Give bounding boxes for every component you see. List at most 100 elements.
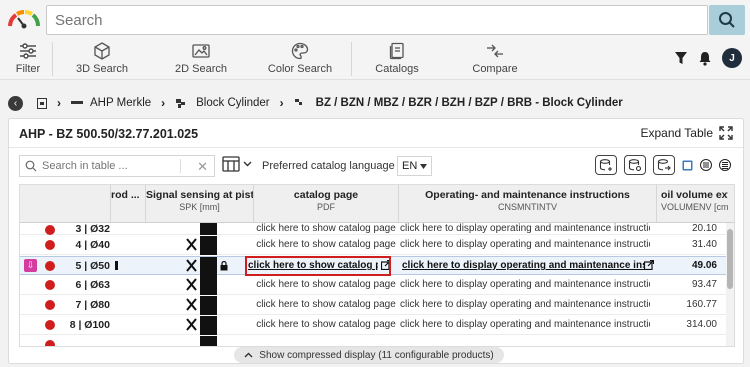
operating-instructions-link[interactable]: click here to display operating and main… (400, 223, 650, 235)
sliders-icon (19, 42, 37, 60)
filter-button[interactable]: Filter (10, 40, 46, 78)
signal-block (200, 257, 217, 276)
compressed-display-label: Show compressed display (11 configurable… (259, 349, 494, 361)
language-value: EN (402, 160, 418, 172)
table-row[interactable]: 3 | Ø32 click here to show catalog page … (20, 223, 734, 235)
wrench-screwdriver-icon (186, 298, 197, 311)
status-dot (45, 240, 55, 250)
signal-block (200, 336, 217, 346)
3d-search-button[interactable]: 3D Search (70, 40, 134, 78)
toolbar: Filter 3D Search 2D Search Color Search … (0, 40, 750, 80)
app-logo-icon[interactable] (6, 8, 42, 30)
table-search-input[interactable] (42, 160, 172, 172)
chevron-down-icon (243, 161, 252, 167)
preferred-language-label: Preferred catalog language (262, 160, 395, 172)
table-row[interactable]: 4 | Ø40 click here to show catalog page … (20, 236, 734, 255)
funnel-icon[interactable] (674, 51, 688, 65)
wrench-screwdriver-icon (186, 259, 197, 272)
operating-instructions-link[interactable]: click here to display operating and main… (400, 296, 650, 314)
table-search-field[interactable]: ✕ (19, 155, 215, 177)
breadcrumb-separator: › (161, 96, 166, 110)
column-selector-button[interactable] (222, 156, 252, 172)
palette-icon (291, 42, 309, 60)
database-add-icon (599, 159, 612, 171)
column-header[interactable]: Signal sensing at pist... SPK [mm] (145, 185, 253, 223)
compact-view-icon[interactable] (719, 159, 731, 171)
operating-instructions-link[interactable]: click here to display operating and main… (402, 257, 644, 275)
expand-table-button[interactable]: Expand Table (640, 126, 733, 140)
compare-button[interactable]: Compare (470, 40, 520, 78)
table-row[interactable]: 8 | Ø100 click here to show catalog page… (20, 316, 734, 335)
column-header[interactable]: oil volume exte VOLUMENV [cm³] (656, 185, 728, 223)
2d-search-button[interactable]: 2D Search (170, 40, 232, 78)
table-row[interactable]: 6 | Ø63 click here to show catalog page … (20, 276, 734, 295)
home-page-icon[interactable] (37, 97, 47, 109)
breadcrumb-current: BZ / BZN / MBZ / BZR / BZH / BZP / BRB -… (315, 97, 623, 109)
show-compressed-display-button[interactable]: Show compressed display (11 configurable… (234, 347, 504, 363)
breadcrumb-item[interactable]: Block Cylinder (196, 97, 270, 109)
column-header[interactable]: catalog page PDF (253, 185, 398, 223)
catalog-page-link[interactable]: click here to show catalog page (256, 316, 396, 334)
catalogs-button[interactable]: Catalogs (372, 40, 422, 78)
toolbar-divider (351, 42, 352, 76)
catalog-page-link[interactable]: click here to show catalog page (256, 296, 396, 314)
add-row-button[interactable] (595, 155, 617, 175)
search-icon (20, 160, 42, 172)
product-table-panel: AHP - BZ 500.50/32.77.201.025 Expand Tab… (8, 118, 744, 364)
supplier-logo-icon (71, 101, 83, 104)
chevron-up-icon (244, 352, 253, 358)
database-icon (628, 159, 642, 171)
status-dot (45, 300, 55, 310)
signal-block (200, 316, 217, 335)
avatar[interactable]: J (722, 48, 742, 68)
clear-icon[interactable]: ✕ (197, 159, 208, 175)
column-header[interactable]: rod ... (110, 185, 145, 223)
database-arrow-icon (657, 159, 671, 171)
catalog-page-link[interactable]: click here to show catalog page (256, 276, 396, 294)
catalog-page-link[interactable]: click here to show catalog page (256, 236, 396, 254)
search-button[interactable] (709, 5, 745, 35)
operating-instructions-link[interactable]: click here to display operating and main… (400, 276, 650, 294)
divider (180, 159, 181, 173)
divider (9, 147, 743, 148)
table-columns-icon (222, 156, 240, 172)
expand-icon (719, 126, 733, 140)
cylinder-category-icon (176, 99, 186, 108)
table-row-selected[interactable]: ⇩ 5 | Ø50 click here to show catalog pag… (20, 256, 734, 276)
breadcrumb-separator: › (279, 96, 284, 110)
table-actions (595, 155, 731, 175)
signal-block (200, 236, 217, 255)
color-search-button[interactable]: Color Search (266, 40, 334, 78)
product-table: rod ... Signal sensing at pist... SPK [m… (19, 184, 735, 347)
bell-icon[interactable] (698, 51, 712, 66)
external-link-icon[interactable] (644, 260, 654, 270)
signal-block (200, 223, 217, 235)
operating-instructions-link[interactable]: click here to display operating and main… (400, 236, 650, 254)
database-export-button[interactable] (653, 155, 675, 175)
catalog-page-link[interactable]: click here to show catalog page (256, 223, 396, 235)
grid-view-icon[interactable] (682, 160, 693, 171)
list-view-icon[interactable] (700, 159, 712, 171)
selected-product-icon: ⇩ (24, 259, 37, 272)
operating-instructions-link[interactable]: click here to display operating and main… (400, 316, 650, 334)
signal-block (200, 296, 217, 315)
table-row[interactable] (20, 336, 734, 346)
search-input[interactable] (47, 6, 707, 34)
breadcrumb-item[interactable]: AHP Merkle (90, 97, 151, 109)
breadcrumb: ‹ › AHP Merkle › Block Cylinder › BZ / B… (8, 94, 623, 112)
language-select[interactable]: EN (397, 156, 433, 176)
column-header[interactable]: Operating- and maintenance instructions … (398, 185, 656, 223)
database-filter-button[interactable] (624, 155, 646, 175)
header-actions: J (674, 48, 742, 68)
back-arrow-icon[interactable]: ‹ (8, 95, 23, 111)
catalog-icon (389, 42, 405, 60)
table-row[interactable]: 7 | Ø80 click here to show catalog page … (20, 296, 734, 315)
catalog-link-highlight (245, 256, 391, 276)
rod-marker (115, 261, 118, 270)
scrollbar-thumb[interactable] (727, 229, 733, 289)
top-bar (0, 0, 750, 40)
status-dot (45, 280, 55, 290)
search-field[interactable] (46, 5, 708, 35)
compare-arrows-icon (485, 42, 505, 60)
caret-down-icon (420, 163, 428, 169)
